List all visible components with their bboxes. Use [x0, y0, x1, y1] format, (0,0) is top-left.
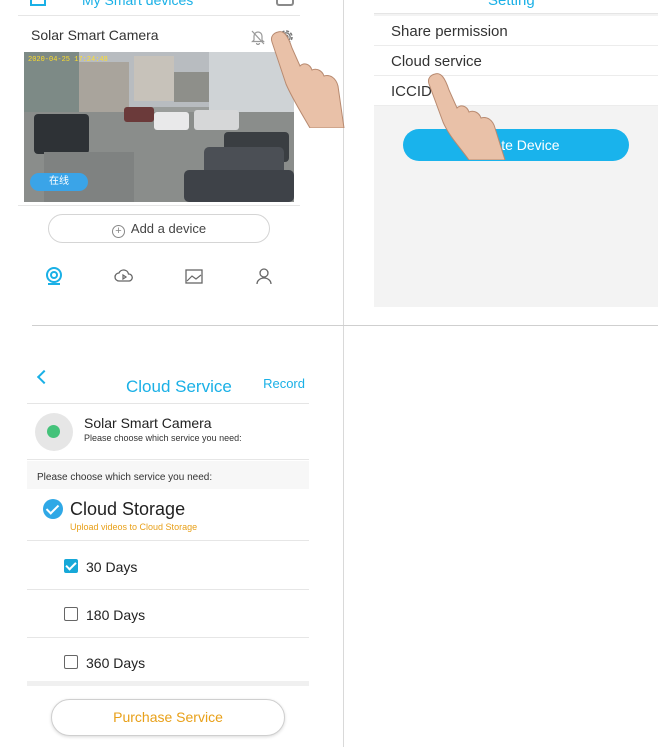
choose-service-label: Please choose which service you need: — [27, 461, 309, 489]
gallery-icon[interactable] — [184, 266, 204, 286]
device-avatar — [35, 413, 73, 451]
purchase-service-button[interactable]: Purchase Service — [51, 699, 285, 736]
back-chevron-icon[interactable] — [36, 369, 52, 385]
online-status-badge: 在线 — [30, 173, 88, 191]
add-device-label: Add a device — [130, 221, 207, 236]
camera-card[interactable]: Solar Smart Camera 2020-04-25 17:24:48 在… — [18, 18, 300, 206]
cloud-service-panel: Cloud Service Record Solar Smart Camera … — [27, 362, 309, 747]
device-name: Solar Smart Camera — [84, 415, 212, 431]
page-title: Cloud Service — [126, 377, 232, 396]
cloud-service-header: Cloud Service Record — [27, 362, 309, 404]
grid-icon[interactable] — [30, 0, 46, 6]
status-dot-icon — [47, 425, 60, 438]
plan-label: 30 Days — [86, 559, 138, 575]
cloud-storage-subtitle: Upload videos to Cloud Storage — [70, 522, 198, 532]
device-summary: Solar Smart Camera Please choose which s… — [27, 405, 309, 460]
check-circle-icon — [43, 499, 63, 519]
cloud-play-icon[interactable] — [114, 266, 134, 286]
horizontal-divider — [32, 325, 658, 326]
bell-off-icon[interactable] — [251, 29, 265, 45]
checkbox-unchecked[interactable] — [64, 607, 78, 621]
timestamp-overlay: 2020-04-25 17:24:48 — [28, 56, 108, 64]
camera-live-feed[interactable]: 2020-04-25 17:24:48 在线 — [24, 52, 294, 202]
setting-item-share-permission[interactable]: Share permission — [374, 16, 658, 46]
setting-header: Setting — [374, 0, 658, 14]
checkbox-checked[interactable] — [64, 559, 78, 573]
profile-icon[interactable] — [254, 266, 274, 286]
bottom-tab-bar — [18, 262, 300, 296]
camera-name: Solar Smart Camera — [31, 27, 159, 43]
message-icon[interactable] — [276, 0, 294, 6]
plus-circle-icon: + — [111, 225, 125, 238]
pointer-hand-illustration — [428, 73, 506, 160]
pointer-hand-illustration — [271, 31, 345, 128]
tutorial-composite: { "panel_devices": { "title": "My Smart … — [0, 0, 658, 747]
plan-option-360-days[interactable]: 360 Days — [27, 638, 309, 686]
devices-panel: My Smart devices Solar Smart Camera 2020… — [18, 0, 300, 300]
page-title: Setting — [488, 0, 535, 9]
plan-label: 360 Days — [86, 655, 146, 671]
add-device-button[interactable]: + Add a device — [48, 214, 270, 243]
plan-option-180-days[interactable]: 180 Days — [27, 590, 309, 638]
plan-label: 180 Days — [86, 607, 146, 623]
page-title: My Smart devices — [82, 0, 194, 8]
camera-icon[interactable] — [44, 266, 64, 286]
record-link[interactable]: Record — [263, 376, 305, 391]
devices-header: My Smart devices — [18, 0, 300, 16]
device-hint: Please choose which service you need: — [84, 433, 242, 443]
plan-option-30-days[interactable]: 30 Days — [27, 542, 309, 590]
cloud-storage-title: Cloud Storage — [70, 499, 186, 519]
checkbox-unchecked[interactable] — [64, 655, 78, 669]
cloud-storage-option[interactable]: Cloud Storage Upload videos to Cloud Sto… — [27, 489, 309, 541]
